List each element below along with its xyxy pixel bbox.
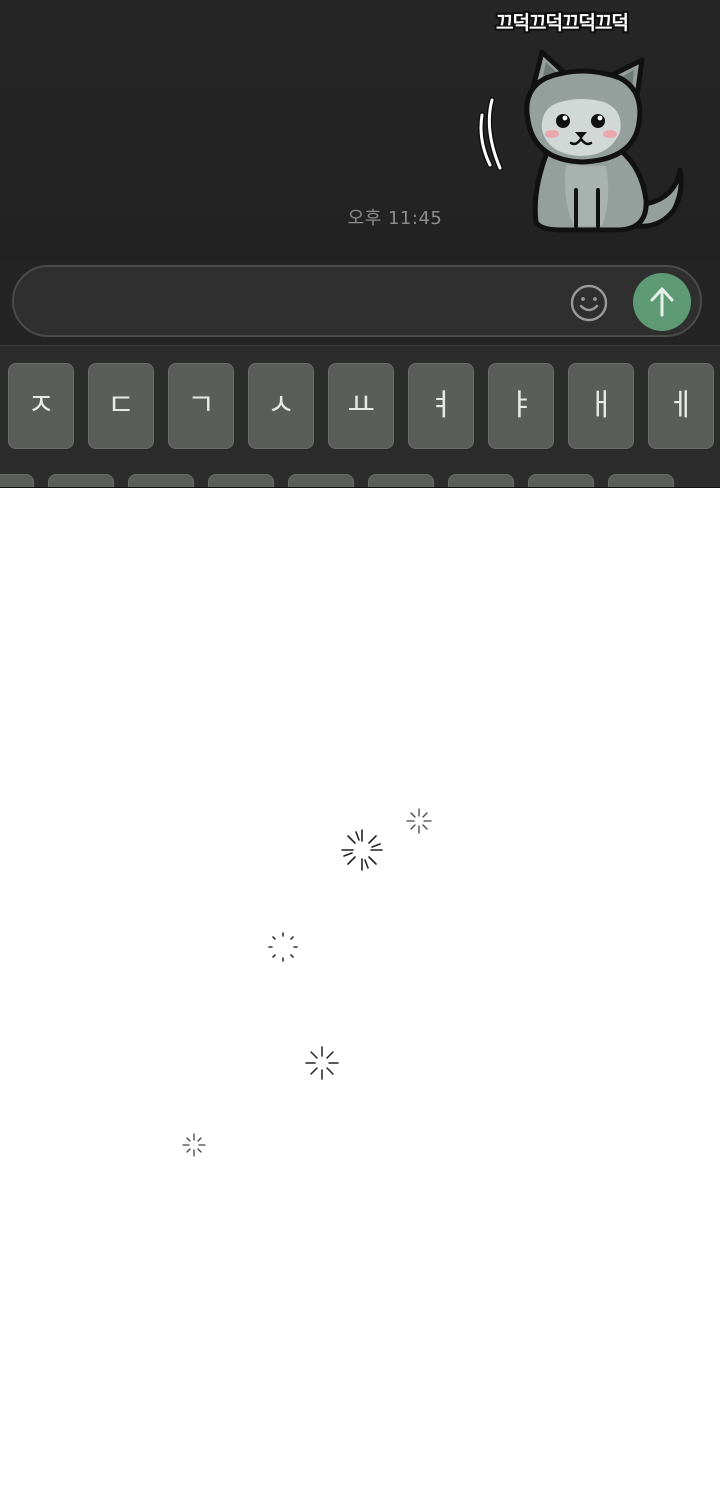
emoji-button[interactable]	[569, 283, 609, 323]
keyboard-key[interactable]	[528, 474, 594, 487]
key-ae[interactable]: ㅐ	[568, 363, 634, 449]
sparkle-icon	[268, 932, 298, 962]
sparkle-icon	[182, 1133, 206, 1157]
sparkle-icon	[341, 829, 383, 871]
sparkle-decorations	[182, 808, 432, 1157]
smiley-face-icon	[570, 284, 608, 322]
sparkle-icon	[406, 808, 432, 834]
message-composer	[12, 265, 702, 337]
key-e[interactable]: ㅔ	[648, 363, 714, 449]
message-timestamp: 오후 11:45	[347, 208, 443, 229]
keyboard-key[interactable]	[128, 474, 194, 487]
key-siot[interactable]: ㅅ	[248, 363, 314, 449]
key-yeo[interactable]: ㅕ	[408, 363, 474, 449]
send-button[interactable]	[633, 273, 691, 331]
wolf-sticker-image	[478, 49, 684, 233]
keyboard-key[interactable]	[0, 474, 34, 487]
chat-area[interactable]: 오후 11:45 끄덕끄덕끄덕끄덕	[0, 0, 720, 262]
messenger-screen: 오후 11:45 끄덕끄덕끄덕끄덕 ㅈ ㄷ ㄱ ㅅ ㅛ ㅕ ㅑ ㅐ ㅔ	[0, 0, 720, 488]
keyboard-key[interactable]	[48, 474, 114, 487]
keyboard-key[interactable]	[208, 474, 274, 487]
keyboard-key[interactable]	[448, 474, 514, 487]
key-giyeok[interactable]: ㄱ	[168, 363, 234, 449]
key-ya[interactable]: ㅑ	[488, 363, 554, 449]
keyboard-key[interactable]	[608, 474, 674, 487]
key-jieut[interactable]: ㅈ	[8, 363, 74, 449]
message-input[interactable]	[44, 281, 558, 323]
sparkle-icon	[305, 1046, 339, 1080]
key-digeut[interactable]: ㄷ	[88, 363, 154, 449]
sticker-message[interactable]: 끄덕끄덕끄덕끄덕	[470, 0, 720, 250]
arrow-up-icon	[650, 287, 674, 317]
sticker-caption: 끄덕끄덕끄덕끄덕	[496, 12, 629, 34]
keyboard-key[interactable]	[368, 474, 434, 487]
key-yo[interactable]: ㅛ	[328, 363, 394, 449]
korean-keyboard: ㅈ ㄷ ㄱ ㅅ ㅛ ㅕ ㅑ ㅐ ㅔ	[0, 345, 720, 487]
keyboard-key[interactable]	[288, 474, 354, 487]
